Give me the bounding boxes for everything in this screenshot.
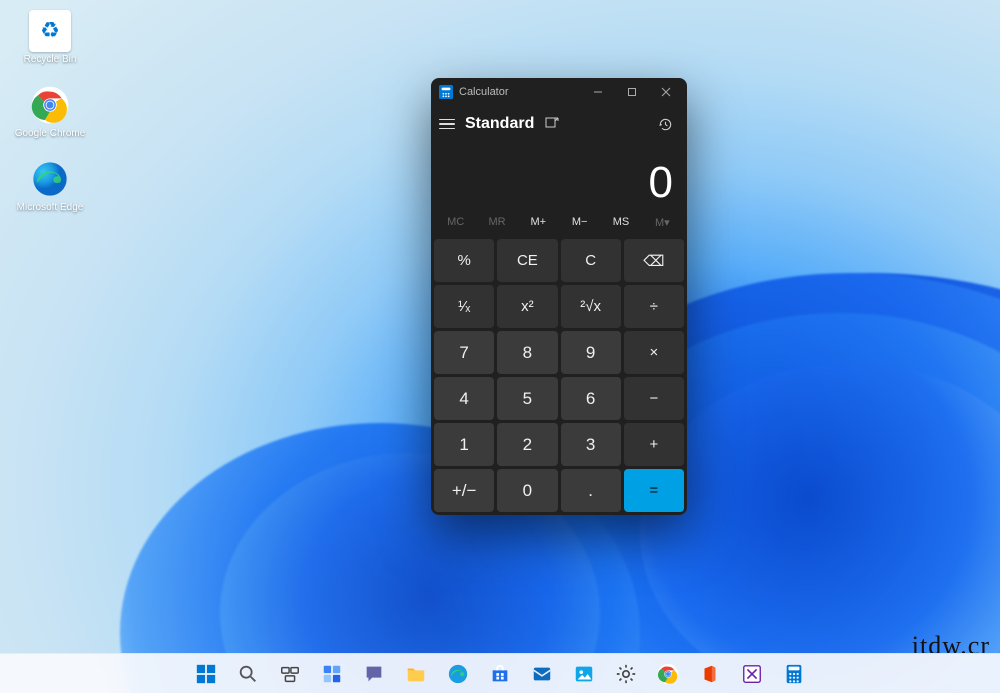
taskbar — [0, 653, 1000, 693]
clear-entry-button[interactable]: CE — [497, 239, 557, 282]
task-view-button[interactable] — [273, 657, 307, 691]
keypad: % CE C ⌫ ¹⁄ₓ x² ²√x ÷ 7 8 9 × 4 5 6 − 1 … — [431, 236, 687, 515]
settings-button[interactable] — [609, 657, 643, 691]
display: 0 — [431, 142, 687, 208]
mail-button[interactable] — [525, 657, 559, 691]
close-button[interactable] — [649, 80, 683, 104]
file-explorer-button[interactable] — [399, 657, 433, 691]
minimize-button[interactable] — [581, 80, 615, 104]
four-button[interactable]: 4 — [434, 377, 494, 420]
memory-subtract[interactable]: M− — [559, 208, 600, 236]
maximize-button[interactable] — [615, 80, 649, 104]
desktop-icon-recycle-bin[interactable]: Recycle Bin — [14, 10, 86, 66]
six-button[interactable]: 6 — [561, 377, 621, 420]
one-button[interactable]: 1 — [434, 423, 494, 466]
square-root-button[interactable]: ²√x — [561, 285, 621, 328]
desktop-icon-chrome[interactable]: Google Chrome — [14, 84, 86, 140]
clear-button[interactable]: C — [561, 239, 621, 282]
store-button[interactable] — [483, 657, 517, 691]
minus-button[interactable]: − — [624, 377, 684, 420]
calculator-taskbar-button[interactable] — [777, 657, 811, 691]
multiply-button[interactable]: × — [624, 331, 684, 374]
mode-label: Standard — [465, 115, 534, 133]
negate-button[interactable]: +/− — [434, 469, 494, 512]
chrome-icon — [29, 84, 71, 126]
recycle-bin-icon — [29, 10, 71, 52]
window-title: Calculator — [459, 86, 581, 98]
history-icon[interactable] — [657, 116, 673, 132]
calculator-window: Calculator Standard 0 MC MR M+ M− MS M▾ … — [431, 78, 687, 515]
memory-recall: MR — [476, 208, 517, 236]
memory-add[interactable]: M+ — [518, 208, 559, 236]
decimal-button[interactable]: . — [561, 469, 621, 512]
divide-button[interactable]: ÷ — [624, 285, 684, 328]
titlebar[interactable]: Calculator — [431, 78, 687, 106]
edge-icon — [29, 158, 71, 200]
plus-button[interactable]: + — [624, 423, 684, 466]
desktop-icon-label: Recycle Bin — [24, 54, 77, 66]
snipping-tool-button[interactable] — [735, 657, 769, 691]
memory-store[interactable]: MS — [600, 208, 641, 236]
desktop-icon-edge[interactable]: Microsoft Edge — [14, 158, 86, 214]
edge-button[interactable] — [441, 657, 475, 691]
photos-button[interactable] — [567, 657, 601, 691]
app-icon — [439, 85, 453, 99]
chat-button[interactable] — [357, 657, 391, 691]
three-button[interactable]: 3 — [561, 423, 621, 466]
memory-list: M▾ — [642, 208, 683, 236]
equals-button[interactable]: = — [624, 469, 684, 512]
widgets-button[interactable] — [315, 657, 349, 691]
office-button[interactable] — [693, 657, 727, 691]
zero-button[interactable]: 0 — [497, 469, 557, 512]
desktop-icon-label: Microsoft Edge — [17, 202, 84, 214]
reciprocal-button[interactable]: ¹⁄ₓ — [434, 285, 494, 328]
backspace-button[interactable]: ⌫ — [624, 239, 684, 282]
two-button[interactable]: 2 — [497, 423, 557, 466]
five-button[interactable]: 5 — [497, 377, 557, 420]
memory-row: MC MR M+ M− MS M▾ — [431, 208, 687, 236]
always-on-top-icon[interactable] — [544, 116, 560, 132]
desktop-icon-label: Google Chrome — [15, 128, 86, 140]
menu-icon[interactable] — [439, 119, 455, 130]
seven-button[interactable]: 7 — [434, 331, 494, 374]
square-button[interactable]: x² — [497, 285, 557, 328]
nine-button[interactable]: 9 — [561, 331, 621, 374]
mode-row: Standard — [431, 106, 687, 142]
eight-button[interactable]: 8 — [497, 331, 557, 374]
start-button[interactable] — [189, 657, 223, 691]
search-button[interactable] — [231, 657, 265, 691]
memory-clear: MC — [435, 208, 476, 236]
desktop-icons: Recycle Bin Google Chrome Microsoft Edge — [14, 10, 86, 232]
chrome-taskbar-button[interactable] — [651, 657, 685, 691]
percent-button[interactable]: % — [434, 239, 494, 282]
